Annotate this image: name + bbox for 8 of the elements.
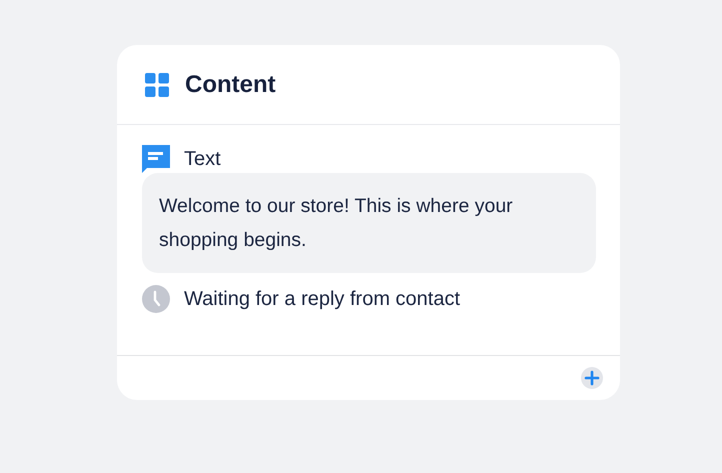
clock-icon [142, 285, 170, 313]
add-button[interactable] [581, 367, 603, 389]
grid-icon [145, 72, 169, 96]
message-bubble: Welcome to our store! This is where your shopping begins. [142, 173, 596, 273]
step-label: Waiting for a reply from contact [184, 288, 460, 310]
card-title: Content [185, 70, 276, 98]
step-label: Text [184, 148, 221, 170]
chat-icon [142, 145, 170, 173]
